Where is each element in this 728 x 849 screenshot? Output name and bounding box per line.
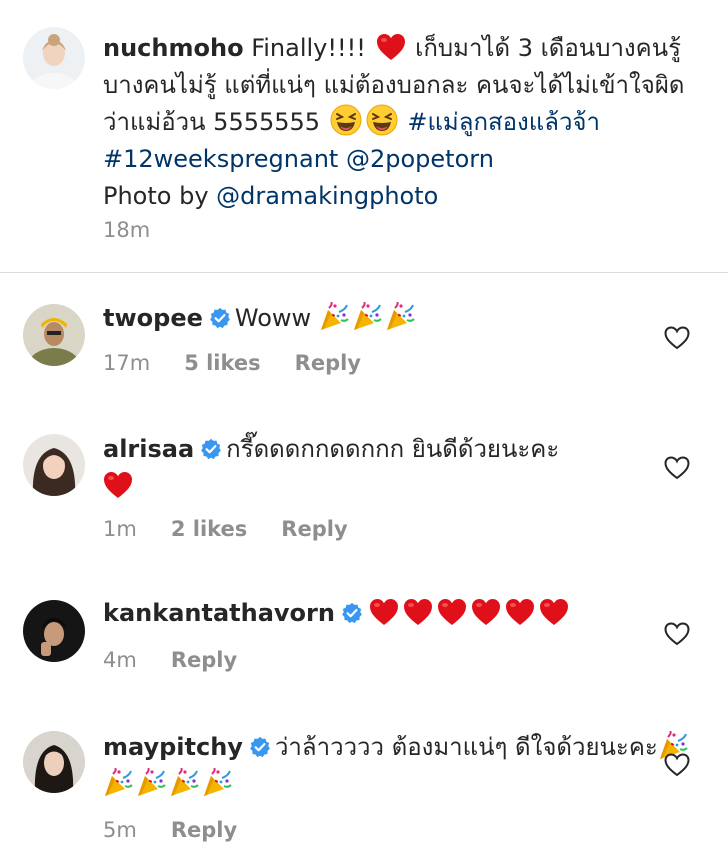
- verified-badge-icon: [200, 438, 222, 460]
- red-heart-emoji: [539, 598, 569, 626]
- avatar-image: [23, 434, 85, 496]
- timestamp: 17m: [103, 351, 151, 375]
- avatar[interactable]: [23, 600, 85, 662]
- caption-text-1: Finally!!!!: [251, 34, 366, 62]
- reply-button[interactable]: Reply: [171, 818, 237, 842]
- avatar-image: [23, 731, 85, 793]
- heart-outline-icon: [664, 753, 690, 777]
- party-popper-emoji: [136, 768, 166, 798]
- timestamp: 18m: [103, 218, 151, 242]
- heart-outline-icon: [664, 456, 690, 480]
- timestamp: 4m: [103, 648, 137, 672]
- verified-badge-icon: [249, 736, 271, 758]
- hashtag-link[interactable]: #12weekspregnant: [103, 145, 338, 173]
- verified-badge-icon: [341, 602, 363, 624]
- likes-count[interactable]: 2 likes: [171, 517, 247, 541]
- avatar[interactable]: [23, 434, 85, 496]
- comment-meta: 4m Reply: [103, 648, 271, 672]
- mention-link[interactable]: @2popetorn: [346, 145, 494, 173]
- comment-text: alrisaa กรี๊ดดดกกดดกกก ยินดีด้วยนะคะ: [103, 431, 699, 505]
- grinning-squinting-face-emoji: [366, 104, 398, 136]
- party-popper-emoji: [385, 302, 415, 332]
- avatar[interactable]: [23, 304, 85, 366]
- like-comment-button[interactable]: [664, 456, 690, 480]
- hashtag-link[interactable]: #แม่ลูกสองแล้วจ้า: [407, 108, 600, 136]
- reply-button[interactable]: Reply: [281, 517, 347, 541]
- reply-button[interactable]: Reply: [171, 648, 237, 672]
- heart-outline-icon: [664, 326, 690, 350]
- comment-username[interactable]: alrisaa: [103, 435, 194, 463]
- avatar-image: [23, 600, 85, 662]
- red-heart-emoji: [437, 598, 467, 626]
- comment-meta: 5m Reply: [103, 818, 271, 842]
- party-popper-emoji: [202, 768, 232, 798]
- red-heart-emoji: [471, 598, 501, 626]
- red-heart-emoji: [376, 33, 406, 61]
- comment-text: maypitchy ว่าล้าวววว ต้องมาแน่ๆ ดีใจด้วยน…: [103, 729, 699, 803]
- comment-body: Woww: [234, 304, 312, 332]
- comment-text: kankantathavorn: [103, 595, 699, 632]
- likes-count[interactable]: 5 likes: [184, 351, 260, 375]
- like-comment-button[interactable]: [664, 622, 690, 646]
- like-comment-button[interactable]: [664, 326, 690, 350]
- heart-outline-icon: [664, 622, 690, 646]
- caption-text: nuchmoho Finally!!!! เก็บมาได้ 3 เดือนบา…: [103, 30, 699, 215]
- comment-meta: 1m 2 likes Reply: [103, 517, 382, 541]
- avatar[interactable]: [23, 731, 85, 793]
- post-caption: nuchmoho Finally!!!! เก็บมาได้ 3 เดือนบา…: [0, 0, 728, 273]
- comment-username[interactable]: twopee: [103, 304, 203, 332]
- comment-text: twopee Woww: [103, 300, 699, 337]
- comment-body: ว่าล้าวววว ต้องมาแน่ๆ ดีใจด้วยนะคะ: [274, 733, 658, 761]
- comment-meta: 17m 5 likes Reply: [103, 351, 395, 375]
- reply-button[interactable]: Reply: [295, 351, 361, 375]
- timestamp: 5m: [103, 818, 137, 842]
- party-popper-emoji: [103, 768, 133, 798]
- comment-username[interactable]: kankantathavorn: [103, 599, 335, 627]
- red-heart-emoji: [369, 598, 399, 626]
- red-heart-emoji: [403, 598, 433, 626]
- caption-username[interactable]: nuchmoho: [103, 34, 244, 62]
- comment-username[interactable]: maypitchy: [103, 733, 243, 761]
- verified-badge-icon: [209, 307, 231, 329]
- party-popper-emoji: [169, 768, 199, 798]
- avatar-image: [23, 27, 85, 89]
- photo-credit-label: Photo by: [103, 182, 209, 210]
- comment-body: กรี๊ดดดกกดดกกก ยินดีด้วยนะคะ: [226, 435, 560, 463]
- avatar-image: [23, 304, 85, 366]
- red-heart-emoji: [505, 598, 535, 626]
- party-popper-emoji: [319, 302, 349, 332]
- red-heart-emoji: [103, 471, 133, 499]
- party-popper-emoji: [352, 302, 382, 332]
- mention-link[interactable]: @dramakingphoto: [216, 182, 438, 210]
- avatar[interactable]: [23, 27, 85, 89]
- timestamp: 1m: [103, 517, 137, 541]
- like-comment-button[interactable]: [664, 753, 690, 777]
- grinning-squinting-face-emoji: [330, 104, 362, 136]
- caption-meta: 18m: [103, 218, 184, 242]
